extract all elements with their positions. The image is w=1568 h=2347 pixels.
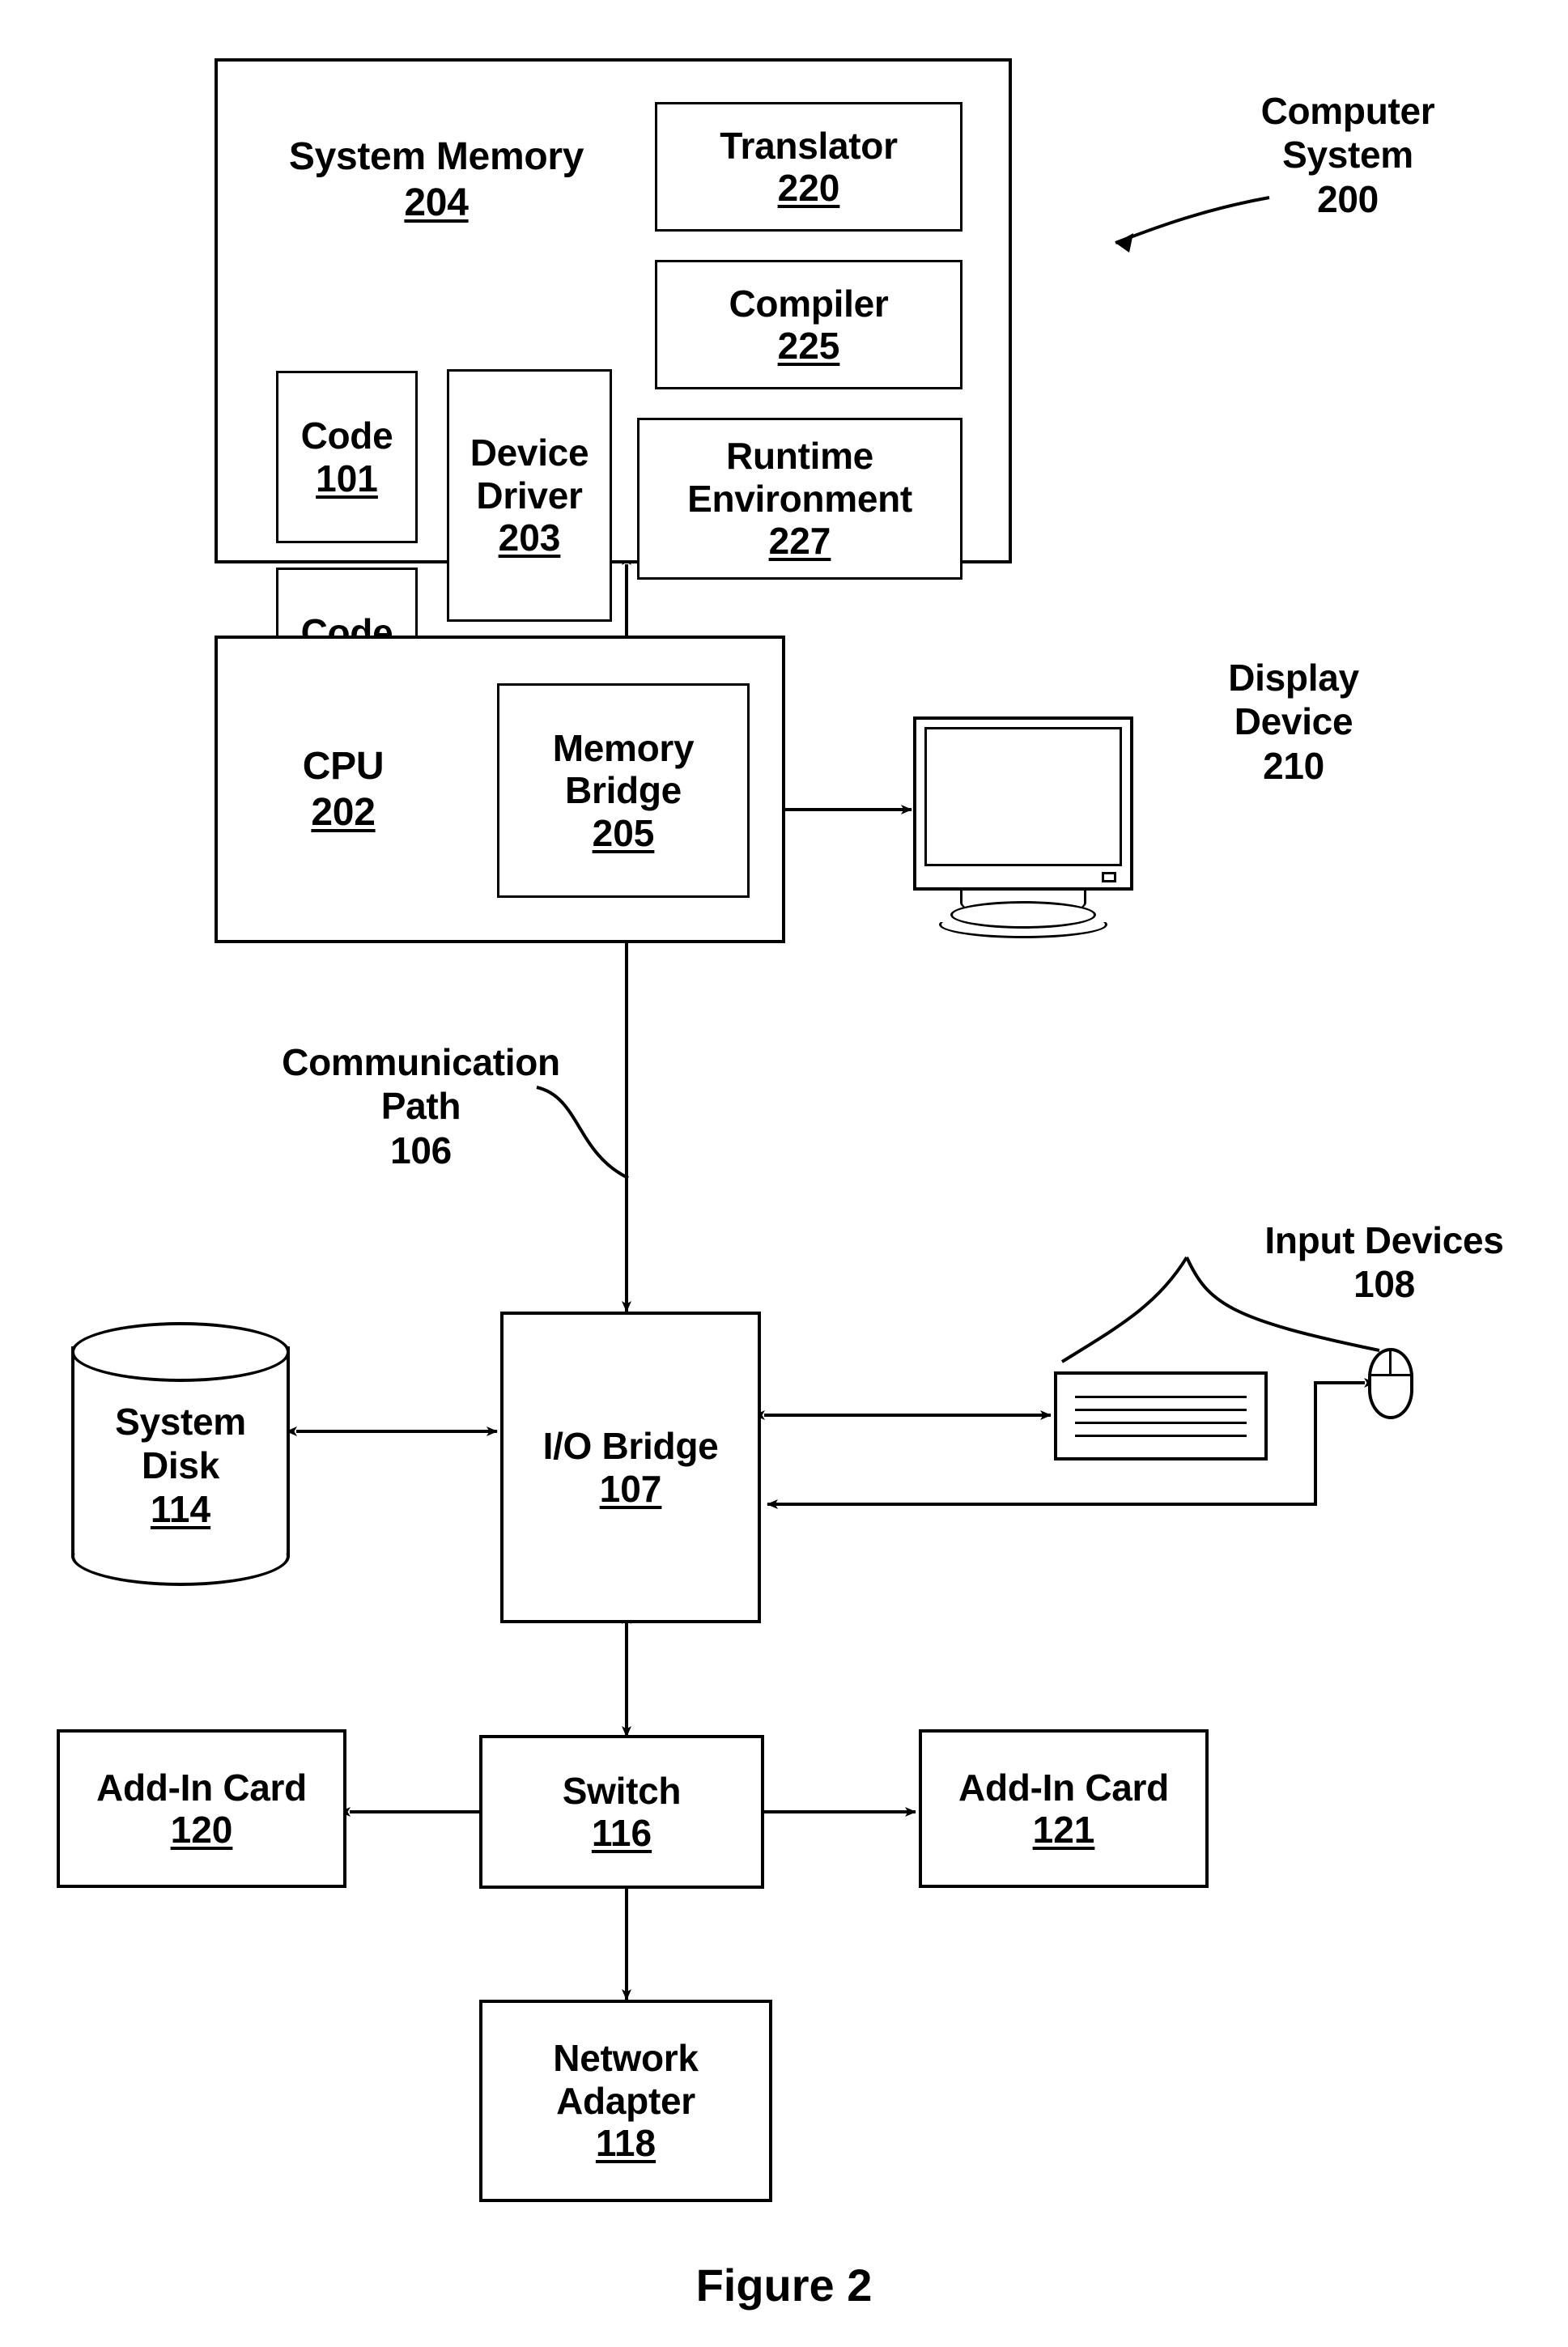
computer-system-label-line2: System	[1282, 134, 1413, 176]
translator-block: Translator 220	[655, 102, 962, 232]
input-devices-number: 108	[1353, 1263, 1415, 1306]
system-disk-label-group: System Disk 114	[71, 1400, 290, 1531]
leader-input-devices	[1060, 1256, 1188, 1363]
figure-caption: Figure 2	[695, 2260, 873, 2311]
network-adapter-number: 118	[595, 2122, 657, 2165]
keyboard-row	[1075, 1421, 1247, 1424]
code-101-number: 101	[316, 457, 378, 500]
switch-number: 116	[591, 1812, 652, 1854]
display-device-label: Display Device 210	[1172, 656, 1415, 788]
leader-computer-system-tip	[1115, 233, 1133, 253]
translator-label: Translator	[720, 124, 898, 167]
add-in-card-121-number: 121	[1032, 1809, 1095, 1851]
io-bridge-label: I/O Bridge	[542, 1425, 719, 1468]
display-device-label-line2: Device	[1234, 700, 1353, 743]
runtime-environment-label-line2: Environment	[687, 477, 912, 520]
io-bridge-block: I/O Bridge 107	[500, 1312, 761, 1623]
memory-bridge-label-line2: Bridge	[565, 769, 682, 812]
system-memory-title: System Memory	[288, 135, 584, 178]
computer-system-number: 200	[1317, 177, 1379, 220]
device-driver-label-line2: Driver	[476, 474, 583, 517]
device-driver-label-line1: Device	[470, 432, 589, 474]
runtime-environment-label-line1: Runtime	[726, 435, 873, 478]
memory-bridge-label-line1: Memory	[552, 726, 695, 769]
network-adapter-label-line1: Network	[553, 2037, 699, 2080]
network-adapter-label-line2: Adapter	[556, 2079, 695, 2122]
communication-path-label-line2: Path	[380, 1085, 461, 1128]
communication-path-label-line1: Communication	[282, 1041, 560, 1083]
code-101-block: Code 101	[276, 371, 418, 543]
add-in-card-121-block: Add-In Card 121	[919, 1729, 1209, 1888]
cpu-label: CPU	[302, 745, 385, 788]
display-device-number: 210	[1263, 744, 1324, 787]
code-101-label: Code	[300, 415, 393, 457]
disk-top-ellipse	[71, 1322, 290, 1382]
add-in-card-120-label: Add-In Card	[96, 1766, 307, 1809]
keyboard-row	[1075, 1434, 1247, 1437]
compiler-block: Compiler 225	[655, 260, 962, 389]
switch-block: Switch 116	[479, 1735, 764, 1889]
add-in-card-121-label: Add-In Card	[958, 1766, 1169, 1809]
device-driver-block: Device Driver 203	[447, 369, 612, 622]
runtime-environment-block: Runtime Environment 227	[637, 418, 962, 580]
compiler-label: Compiler	[729, 282, 889, 325]
input-devices-label: Input Devices 108	[1239, 1218, 1530, 1307]
system-memory-number: 204	[404, 181, 469, 224]
mouse-icon	[1368, 1348, 1413, 1419]
add-in-card-120-block: Add-In Card 120	[57, 1729, 346, 1888]
system-memory-block: System Memory 204 Code 101 Code 201 Devi…	[215, 58, 1012, 740]
cpu-block: CPU 202 Memory Bridge 205	[215, 636, 785, 943]
patent-figure-2: System Memory 204 Code 101 Code 201 Devi…	[0, 0, 1568, 2347]
computer-system-label-line1: Computer	[1260, 90, 1435, 132]
system-disk-label-line2: Disk	[142, 1444, 219, 1486]
add-in-card-120-number: 120	[170, 1809, 233, 1851]
compiler-number: 225	[777, 325, 840, 367]
keyboard-row	[1075, 1395, 1247, 1398]
network-adapter-block: Network Adapter 118	[479, 2000, 772, 2202]
mouse-button-divider-vertical	[1389, 1350, 1392, 1375]
cpu-number: 202	[311, 790, 376, 834]
monitor-power-led-icon	[1102, 872, 1116, 882]
system-disk-block: System Disk 114	[71, 1322, 290, 1586]
communication-path-number: 106	[390, 1129, 452, 1171]
input-devices-label-text: Input Devices	[1264, 1219, 1504, 1261]
keyboard-row	[1075, 1408, 1247, 1411]
cpu-label-group: CPU 202	[250, 744, 436, 835]
communication-path-label: Communication Path 106	[247, 1040, 595, 1172]
device-driver-number: 203	[498, 517, 561, 559]
system-memory-title-group: System Memory 204	[242, 134, 631, 226]
io-bridge-number: 107	[599, 1467, 662, 1510]
memory-bridge-block: Memory Bridge 205	[497, 683, 750, 898]
switch-label: Switch	[562, 1769, 682, 1812]
system-disk-number: 114	[150, 1488, 211, 1530]
computer-system-label: Computer System 200	[1214, 89, 1481, 221]
keyboard-icon	[1054, 1371, 1268, 1460]
display-device-label-line1: Display	[1228, 657, 1359, 699]
runtime-environment-number: 227	[768, 520, 831, 563]
translator-number: 220	[777, 167, 840, 209]
display-device-icon	[913, 716, 1133, 938]
monitor-screen	[924, 727, 1122, 866]
system-disk-label-line1: System	[115, 1401, 246, 1443]
memory-bridge-number: 205	[592, 811, 655, 854]
